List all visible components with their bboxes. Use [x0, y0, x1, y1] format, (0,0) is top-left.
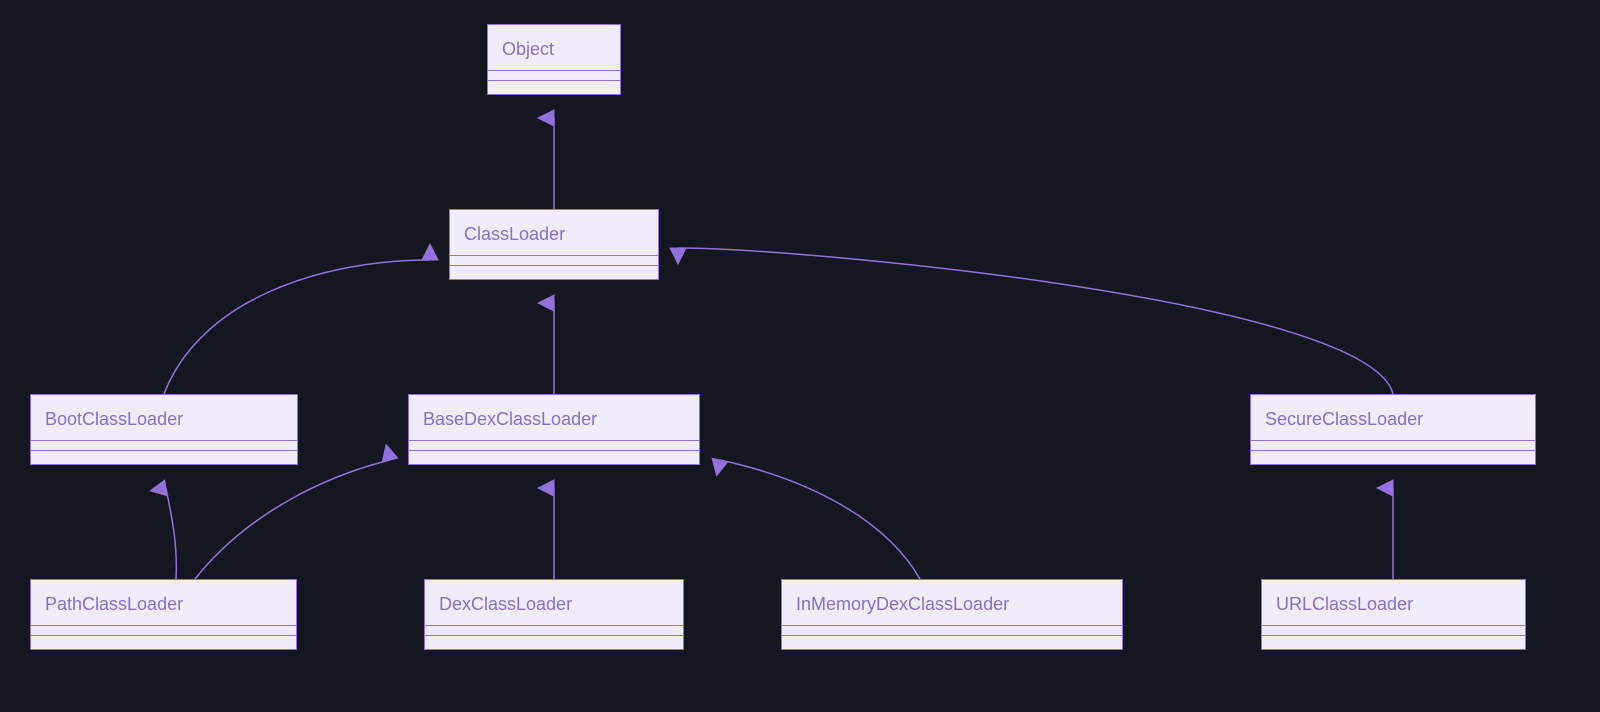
class-classloader: ClassLoader [449, 209, 659, 280]
divider [450, 255, 658, 265]
class-secureclassloader-label: SecureClassLoader [1251, 395, 1535, 440]
divider [488, 70, 620, 80]
class-dexclassloader: DexClassLoader [424, 579, 684, 650]
divider [782, 625, 1122, 635]
edge-inmem-basedex [720, 460, 920, 579]
edge-secure-classloader [678, 248, 1393, 394]
divider [31, 440, 297, 450]
divider [31, 450, 297, 464]
class-pathclassloader-label: PathClassLoader [31, 580, 296, 625]
class-classloader-label: ClassLoader [450, 210, 658, 255]
divider [488, 80, 620, 94]
edge-bootclassloader-classloader [164, 260, 430, 394]
class-basedexclassloader-label: BaseDexClassLoader [409, 395, 699, 440]
divider [1262, 625, 1525, 635]
class-pathclassloader: PathClassLoader [30, 579, 297, 650]
divider [409, 450, 699, 464]
divider [409, 440, 699, 450]
class-object: Object [487, 24, 621, 95]
class-secureclassloader: SecureClassLoader [1250, 394, 1536, 465]
divider [425, 635, 683, 649]
class-urlclassloader-label: URLClassLoader [1262, 580, 1525, 625]
class-urlclassloader: URLClassLoader [1261, 579, 1526, 650]
class-basedexclassloader: BaseDexClassLoader [408, 394, 700, 465]
class-inmemorydexclassloader-label: InMemoryDexClassLoader [782, 580, 1122, 625]
divider [425, 625, 683, 635]
divider [1251, 440, 1535, 450]
divider [31, 635, 296, 649]
edge-path-basedex [195, 460, 390, 579]
class-object-label: Object [488, 25, 620, 70]
class-bootclassloader: BootClassLoader [30, 394, 298, 465]
divider [1251, 450, 1535, 464]
divider [450, 265, 658, 279]
class-inmemorydexclassloader: InMemoryDexClassLoader [781, 579, 1123, 650]
divider [31, 625, 296, 635]
divider [782, 635, 1122, 649]
class-bootclassloader-label: BootClassLoader [31, 395, 297, 440]
class-dexclassloader-label: DexClassLoader [425, 580, 683, 625]
edge-path-boot [166, 488, 176, 579]
divider [1262, 635, 1525, 649]
